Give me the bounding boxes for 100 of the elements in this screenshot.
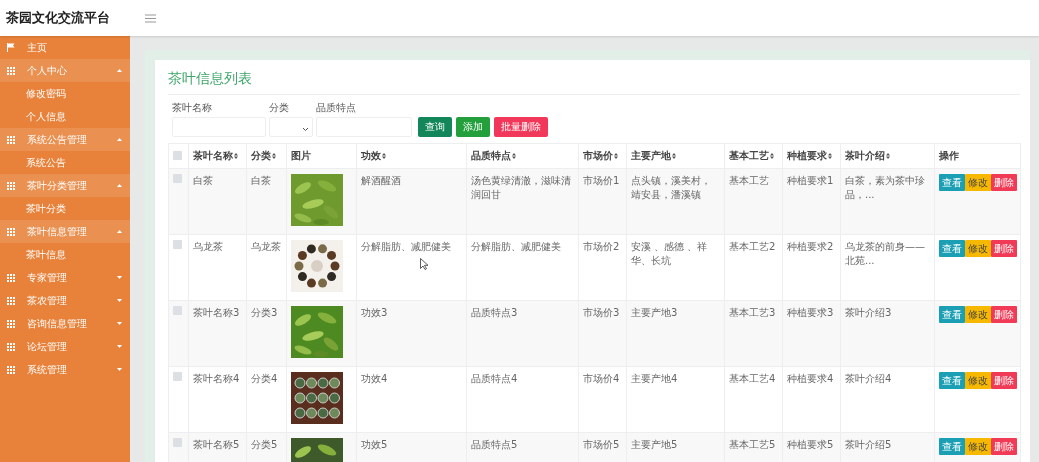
- table-cell: 茶叶名称3: [193, 307, 240, 318]
- sort-icon: [614, 153, 618, 159]
- row-action-button[interactable]: 查看: [939, 438, 965, 455]
- table-cell: 功效3: [361, 307, 388, 318]
- caret-icon: [117, 184, 122, 187]
- table-cell: 解酒醒酒: [361, 175, 401, 186]
- row-action-button[interactable]: 删除: [991, 174, 1017, 191]
- caret-icon: [117, 345, 122, 348]
- table-cell: 种植要求1: [787, 175, 834, 186]
- column-header[interactable]: 功效: [361, 150, 386, 161]
- table-cell: 市场价5: [583, 439, 620, 450]
- row-checkbox[interactable]: [173, 240, 182, 249]
- sidebar-item[interactable]: 主页: [0, 36, 130, 59]
- app-title: 茶园文化交流平台: [6, 9, 111, 27]
- row-action-button[interactable]: 修改: [965, 372, 991, 389]
- table-cell: 白茶: [193, 175, 213, 186]
- row-checkbox[interactable]: [173, 174, 182, 183]
- row-action-button[interactable]: 删除: [991, 240, 1017, 257]
- sidebar-item[interactable]: 咨询信息管理: [0, 312, 130, 335]
- column-header[interactable]: 品质特点: [471, 150, 516, 161]
- table-cell: 分类3: [251, 307, 278, 318]
- sidebar-item[interactable]: 茶农管理: [0, 289, 130, 312]
- sidebar-item[interactable]: 茶叶分类管理: [0, 174, 130, 197]
- row-action-button[interactable]: 删除: [991, 306, 1017, 323]
- sidebar-item[interactable]: 茶叶信息管理: [0, 220, 130, 243]
- sort-icon: [234, 153, 238, 159]
- table-cell: 基本工艺2: [729, 241, 776, 252]
- row-action-button[interactable]: 修改: [965, 438, 991, 455]
- sort-icon: [382, 153, 386, 159]
- table-cell: 市场价4: [583, 373, 620, 384]
- table-cell: 乌龙茶: [251, 241, 281, 252]
- sort-icon: [672, 153, 676, 159]
- sidebar-item[interactable]: 系统管理: [0, 358, 130, 381]
- row-action-button[interactable]: 修改: [965, 306, 991, 323]
- table-cell: 基本工艺3: [729, 307, 776, 318]
- filter-button[interactable]: 批量删除: [494, 117, 548, 137]
- column-header[interactable]: 主要产地: [631, 150, 676, 161]
- filter-label: 分类: [269, 101, 290, 115]
- chevron-icon: [303, 128, 308, 131]
- grid-icon: [7, 181, 15, 190]
- row-action-button[interactable]: 查看: [939, 306, 965, 323]
- table-cell: 茶叶介绍3: [845, 307, 892, 318]
- row-action-button[interactable]: 删除: [991, 372, 1017, 389]
- sidebar-item[interactable]: 个人中心: [0, 59, 130, 82]
- sidebar-item[interactable]: 专家管理: [0, 266, 130, 289]
- table-cell: 茶叶介绍4: [845, 373, 892, 384]
- table-cell: 种植要求3: [787, 307, 834, 318]
- grid-icon: [7, 319, 15, 328]
- grid-icon: [7, 365, 15, 374]
- sort-icon: [272, 153, 276, 159]
- grid-icon: [7, 66, 15, 75]
- table-cell: 茶叶名称5: [193, 439, 240, 450]
- table-cell: 品质特点3: [471, 307, 518, 318]
- caret-icon: [117, 276, 122, 279]
- caret-icon: [117, 322, 122, 325]
- select-all-checkbox[interactable]: [173, 150, 182, 160]
- table-cell: 功效4: [361, 373, 388, 384]
- table-cell: 基本工艺: [729, 175, 769, 186]
- grid-icon: [7, 342, 15, 351]
- row-action-button[interactable]: 查看: [939, 372, 965, 389]
- grid-icon: [7, 227, 15, 236]
- caret-icon: [117, 230, 122, 233]
- table-cell: 乌龙茶: [193, 241, 223, 252]
- filter-select[interactable]: [269, 117, 313, 137]
- table-cell: 乌龙茶的前身——北苑...: [845, 241, 925, 266]
- grid-icon: [7, 296, 15, 305]
- caret-icon: [117, 299, 122, 302]
- table-cell: 品质特点4: [471, 373, 518, 384]
- grid-icon: [7, 135, 15, 144]
- table-cell: 功效5: [361, 439, 388, 450]
- page-title: 茶叶信息列表: [168, 68, 1020, 95]
- caret-icon: [117, 368, 122, 371]
- row-checkbox[interactable]: [173, 372, 182, 381]
- table-cell: 市场价3: [583, 307, 620, 318]
- table-cell: 种植要求2: [787, 241, 834, 252]
- table-cell: 主要产地3: [631, 307, 678, 318]
- row-action-button[interactable]: 修改: [965, 174, 991, 191]
- row-checkbox[interactable]: [173, 438, 182, 447]
- sort-icon: [770, 153, 774, 159]
- filter-label: 茶叶名称: [172, 101, 213, 115]
- filter-button[interactable]: 查询: [418, 117, 452, 137]
- row-action-button[interactable]: 查看: [939, 174, 965, 191]
- table-cell: 分解脂肪、减肥健美: [361, 241, 451, 252]
- sort-icon: [512, 153, 516, 159]
- caret-icon: [117, 69, 122, 72]
- table-cell: 茶叶介绍5: [845, 439, 892, 450]
- menu-icon[interactable]: [145, 13, 156, 23]
- table-cell: 品质特点5: [471, 439, 518, 450]
- sidebar-item[interactable]: 论坛管理: [0, 335, 130, 358]
- sort-icon: [886, 153, 890, 159]
- row-checkbox[interactable]: [173, 306, 182, 315]
- row-action-button[interactable]: 修改: [965, 240, 991, 257]
- row-action-button[interactable]: 查看: [939, 240, 965, 257]
- table-cell: 市场价2: [583, 241, 620, 252]
- sidebar-item[interactable]: 系统公告管理: [0, 128, 130, 151]
- row-action-button[interactable]: 删除: [991, 438, 1017, 455]
- table-cell: 分解脂肪、减肥健美: [471, 241, 561, 252]
- filter-button[interactable]: 添加: [456, 117, 490, 137]
- table-cell: 种植要求4: [787, 373, 834, 384]
- table-cell: 汤色黄绿清澈，滋味清润回甘: [471, 175, 571, 200]
